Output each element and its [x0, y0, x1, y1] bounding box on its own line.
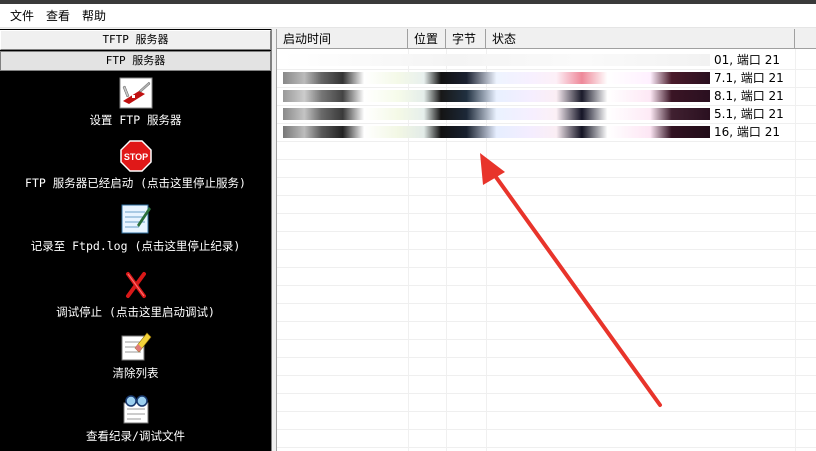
stop-sign-text: STOP [123, 152, 147, 162]
table-row[interactable]: 16, 端口 21 [277, 123, 816, 141]
redacted-content [283, 90, 710, 102]
grid-hline [277, 195, 816, 196]
debug-label: 调试停止 (点击这里启动调试) [56, 305, 215, 319]
eraser-icon [121, 332, 151, 361]
grid-hline [277, 411, 816, 412]
grid-hline [277, 231, 816, 232]
grid-hline [277, 447, 816, 448]
menu-bar: 文件 查看 帮助 [0, 4, 816, 28]
debug-x-icon [125, 272, 146, 298]
grid-hline [277, 159, 816, 160]
grid-hline [277, 321, 816, 322]
table-row[interactable]: 01, 端口 21 [277, 51, 816, 69]
menu-help[interactable]: 帮助 [76, 4, 112, 28]
row-endpoint: 01, 端口 21 [714, 53, 780, 67]
grid-hline [277, 141, 816, 142]
table-row[interactable]: 7.1, 端口 21 [277, 69, 816, 87]
grid-hline [277, 375, 816, 376]
grid-hline [277, 249, 816, 250]
redacted-content [283, 108, 710, 120]
column-header-extra[interactable] [795, 29, 816, 49]
ftp-running-label: FTP 服务器已经启动 (点击这里停止服务) [25, 176, 246, 190]
connection-list[interactable]: 启动时间 位置 字节 状态 01, 端口 21 7.1, 端口 21 8.1, … [276, 29, 816, 451]
table-row[interactable]: 8.1, 端口 21 [277, 87, 816, 105]
clear-list-label: 清除列表 [112, 366, 159, 380]
row-endpoint: 7.1, 端口 21 [714, 71, 784, 85]
row-endpoint: 8.1, 端口 21 [714, 89, 784, 103]
menu-file[interactable]: 文件 [4, 4, 40, 28]
menu-view[interactable]: 查看 [40, 4, 76, 28]
view-log-label: 查看纪录/调试文件 [86, 429, 185, 443]
grid-hline [277, 393, 816, 394]
column-header-position[interactable]: 位置 [408, 29, 446, 49]
grid-hline [277, 177, 816, 178]
ftp-running-tool[interactable]: STOP FTP 服务器已经启动 (点击这里停止服务) [0, 140, 271, 191]
grid-hline [277, 213, 816, 214]
stop-sign-icon: STOP [119, 140, 152, 172]
setup-ftp-tool[interactable]: 设置 FTP 服务器 [0, 77, 271, 128]
redacted-content [283, 126, 710, 138]
grid-hline [277, 339, 816, 340]
log-label: 记录至 Ftpd.log (点击这里停止纪录) [30, 239, 241, 253]
grid-hline [277, 429, 816, 430]
tftp-server-button[interactable]: TFTP 服务器 [0, 30, 271, 50]
redacted-content [283, 54, 710, 66]
log-notepad-icon [121, 204, 151, 234]
column-header-bytes[interactable]: 字节 [446, 29, 486, 49]
column-header-status[interactable]: 状态 [486, 29, 795, 49]
sidebar: TFTP 服务器 FTP 服务器 设置 FTP 服务器 STOP FTP 服务器… [0, 29, 272, 451]
grid-hline [277, 303, 816, 304]
redacted-content [283, 72, 710, 84]
view-log-icon [123, 395, 148, 424]
grid-hline [277, 267, 816, 268]
row-endpoint: 16, 端口 21 [714, 125, 780, 139]
setup-ftp-label: 设置 FTP 服务器 [89, 113, 182, 127]
grid-hline [277, 357, 816, 358]
debug-tool[interactable]: 调试停止 (点击这里启动调试) [0, 269, 271, 320]
grid-hline [277, 285, 816, 286]
log-tool[interactable]: 记录至 Ftpd.log (点击这里停止纪录) [0, 203, 271, 254]
row-endpoint: 5.1, 端口 21 [714, 107, 784, 121]
view-log-tool[interactable]: 查看纪录/调试文件 [0, 393, 271, 444]
clear-list-tool[interactable]: 清除列表 [0, 330, 271, 381]
table-row[interactable]: 5.1, 端口 21 [277, 105, 816, 123]
swiss-knife-icon [119, 77, 152, 109]
list-header: 启动时间 位置 字节 状态 [277, 29, 816, 49]
ftp-server-button[interactable]: FTP 服务器 [0, 51, 271, 71]
column-header-time[interactable]: 启动时间 [277, 29, 408, 49]
